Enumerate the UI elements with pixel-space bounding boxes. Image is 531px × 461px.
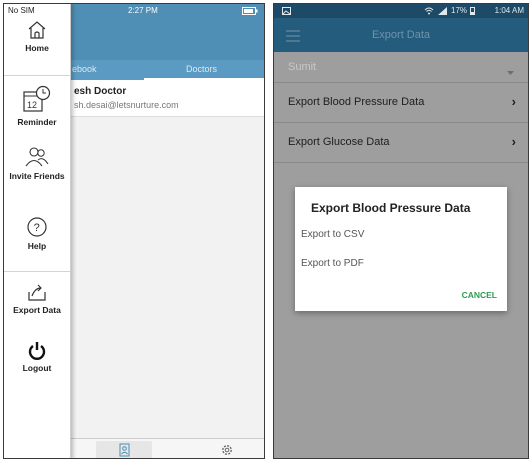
drawer-label-export-data: Export Data — [13, 305, 61, 315]
app-toolbar: Export Data — [274, 18, 528, 52]
drawer-label-help: Help — [27, 241, 47, 251]
bottom-tab-settings[interactable] — [200, 441, 256, 458]
android-status-bar: 17% 1:04 AM — [274, 4, 528, 18]
signal-icon — [438, 7, 448, 17]
invite-friends-icon — [25, 147, 49, 167]
power-icon — [28, 342, 46, 360]
drawer-label-reminder: Reminder — [17, 117, 57, 127]
patient-selector-value: Sumit — [288, 61, 317, 73]
dialog-title: Export Blood Pressure Data — [311, 201, 471, 215]
export-csv-option[interactable]: Export to CSV — [301, 229, 364, 240]
drawer-divider — [4, 75, 70, 76]
contacts-book-icon — [119, 443, 130, 457]
right-phone-screen: 17% 1:04 AM Export Data Sumit Export Blo… — [273, 3, 529, 459]
battery-icon — [470, 7, 475, 17]
gear-icon — [222, 445, 232, 455]
side-drawer: No SIM Home 12 Reminder Invite Friends ?… — [4, 4, 71, 458]
wifi-icon — [424, 7, 434, 17]
cancel-button[interactable]: CANCEL — [462, 290, 497, 300]
drawer-divider — [4, 271, 70, 272]
patient-selector[interactable]: Sumit — [274, 52, 528, 83]
drawer-item-logout[interactable]: Logout — [4, 340, 70, 373]
dropdown-arrow-icon — [507, 63, 514, 81]
chevron-right-icon: › — [511, 94, 516, 109]
export-pdf-option[interactable]: Export to PDF — [301, 258, 364, 269]
left-phone-screen: 2:27 PM ebook Doctors esh Doctor sh.desa… — [3, 3, 265, 459]
tab-phonebook[interactable]: ebook — [72, 64, 97, 74]
export-dialog: Export Blood Pressure Data Export to CSV… — [295, 187, 507, 311]
status-time: 2:27 PM — [128, 6, 158, 15]
drawer-label-home: Home — [25, 43, 49, 53]
contact-name: esh Doctor — [74, 86, 127, 97]
export-blood-pressure-row[interactable]: Export Blood Pressure Data › — [274, 83, 528, 123]
export-glucose-row[interactable]: Export Glucose Data › — [274, 123, 528, 163]
drawer-label-invite-friends: Invite Friends — [9, 171, 65, 181]
calendar-date: 12 — [27, 100, 37, 110]
page-title: Export Data — [371, 29, 431, 41]
svg-text:?: ? — [34, 222, 40, 234]
battery-icon — [242, 7, 258, 17]
notification-icon — [282, 7, 291, 17]
calendar-clock-icon: 12 — [23, 85, 51, 112]
contact-email: sh.desai@letsnurture.com — [74, 100, 179, 110]
drawer-item-reminder[interactable]: 12 Reminder — [4, 84, 70, 127]
help-icon: ? — [27, 217, 47, 237]
home-icon — [28, 21, 46, 39]
tab-doctors[interactable]: Doctors — [186, 64, 217, 74]
status-time: 1:04 AM — [494, 6, 524, 15]
drawer-item-invite-friends[interactable]: Invite Friends — [4, 146, 70, 181]
export-glucose-label: Export Glucose Data — [288, 136, 390, 148]
status-carrier: No SIM — [8, 6, 35, 15]
drawer-label-logout: Logout — [22, 363, 52, 373]
bottom-tab-contacts[interactable] — [96, 441, 152, 458]
drawer-item-home[interactable]: Home — [4, 20, 70, 53]
battery-percent: 17% — [451, 6, 468, 15]
drawer-item-help[interactable]: ? Help — [4, 216, 70, 251]
export-icon — [28, 284, 46, 301]
export-blood-pressure-label: Export Blood Pressure Data — [288, 96, 425, 108]
chevron-right-icon: › — [511, 134, 516, 149]
drawer-item-export-data[interactable]: Export Data — [4, 282, 70, 315]
